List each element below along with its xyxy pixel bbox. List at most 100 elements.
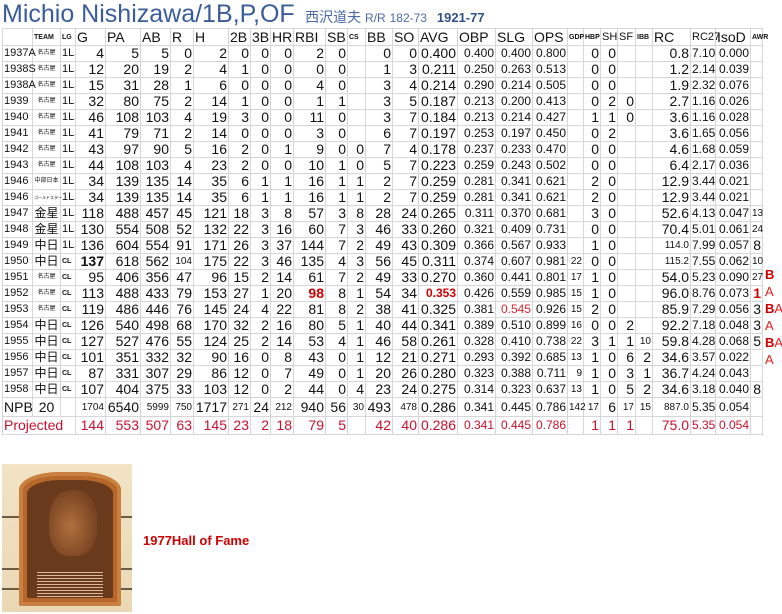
cell-so: 3	[392, 61, 419, 78]
cell-slg: 0.214	[495, 77, 533, 94]
cell-sb: 0	[325, 125, 348, 142]
cell-3b: 0	[250, 45, 271, 62]
cell-avg: 0.261	[418, 333, 458, 350]
cell-lg: 1L	[60, 141, 76, 158]
cell-rbi: 144	[293, 237, 326, 254]
hall-of-fame-plaque-image	[2, 464, 132, 612]
cell-rc: 52.6	[652, 205, 691, 222]
cell-rc: 114.0	[652, 237, 691, 254]
column-header-rc: RC	[652, 28, 691, 46]
cell-season: 1941	[2, 125, 33, 142]
cell-ibb	[635, 221, 653, 238]
season-row: 1948 金星 1L 130 554 508 52 132 22 3 16 60 7 3 46 33 0.260…	[2, 221, 763, 238]
bats-throws: R/R	[365, 11, 386, 25]
cell-gdp	[567, 109, 584, 126]
total-h: 1717	[193, 397, 229, 417]
total-r: 750	[170, 397, 194, 417]
cell-r: 1	[170, 77, 194, 94]
cell-hr: 0	[270, 125, 294, 142]
cell-slg: 0.441	[495, 269, 533, 286]
cell-ops: 0.731	[532, 221, 568, 238]
total-avg: 0.286	[418, 397, 458, 417]
total-hr: 212	[270, 397, 294, 417]
cell-ops: 0.711	[532, 365, 568, 382]
cell-ibb	[635, 237, 653, 254]
cell-slg: 0.400	[495, 45, 533, 62]
cell-hr: 7	[270, 365, 294, 382]
cell-hr: 1	[270, 189, 294, 206]
cell-ab: 457	[140, 205, 171, 222]
cell-lg: 1L	[60, 45, 76, 62]
cell-isod: 0.090	[715, 269, 751, 286]
cell-sf	[617, 61, 636, 78]
cell-cs	[347, 93, 366, 110]
total-slg: 0.445	[495, 397, 533, 417]
cell-avg: 0.275	[418, 381, 458, 398]
cell-h: 2	[193, 45, 229, 62]
cell-ibb	[635, 189, 653, 206]
season-row: 1943 名古屋 1L 44 108 103 4 23 2 0 0 10 1 0 5 7 0.223 0.259 0…	[2, 157, 763, 174]
cell-hr: 1	[270, 141, 294, 158]
cell-rc27: 4.13	[690, 205, 716, 222]
cell-rc27: 3.57	[690, 349, 716, 366]
cell-2b: 12	[228, 381, 251, 398]
cell-slg: 0.410	[495, 333, 533, 350]
total-2b: 271	[228, 397, 251, 417]
projected-label: Projected	[2, 416, 76, 435]
projected-2b: 23	[228, 416, 251, 435]
cell-r: 45	[170, 205, 194, 222]
cell-ops: 0.800	[532, 45, 568, 62]
cell-g: 113	[75, 285, 106, 302]
cell-gdp	[567, 237, 584, 254]
cell-gdp	[567, 61, 584, 78]
cell-hbp: 0	[583, 157, 601, 174]
cell-awr: 10	[750, 253, 763, 270]
cell-sb: 0	[325, 141, 348, 158]
projected-hbp: 1	[583, 416, 601, 435]
cell-rc27: 1.68	[690, 141, 716, 158]
cell-isod: 0.036	[715, 157, 751, 174]
projected-sf: 1	[617, 416, 636, 435]
cell-rc27: 7.29	[690, 301, 716, 318]
cell-h: 121	[193, 205, 229, 222]
projected-ops: 0.786	[532, 416, 568, 435]
cell-sb: 0	[325, 349, 348, 366]
cell-so: 58	[392, 333, 419, 350]
cell-isod: 0.056	[715, 301, 751, 318]
cell-sf	[617, 269, 636, 286]
cell-sb: 8	[325, 301, 348, 318]
cell-obp: 0.259	[457, 157, 496, 174]
hall-of-fame-label: 1977Hall of Fame	[143, 533, 250, 548]
cell-r: 2	[170, 61, 194, 78]
cell-ab: 375	[140, 381, 171, 398]
cell-ops: 0.450	[532, 125, 568, 142]
cell-ab: 103	[140, 157, 171, 174]
total-ab: 5999	[140, 397, 171, 417]
cell-rc27: 1.16	[690, 93, 716, 110]
season-row: 1947 金星 1L 118 488 457 45 121 18 3 8 57 3 8 28 24 0.265 0…	[2, 205, 763, 222]
cell-2b: 1	[228, 61, 251, 78]
cell-sf	[617, 141, 636, 158]
cell-so: 7	[392, 125, 419, 142]
cell-rc: 85.9	[652, 301, 691, 318]
cell-r: 4	[170, 109, 194, 126]
cell-isod: 0.028	[715, 109, 751, 126]
cell-so: 4	[392, 77, 419, 94]
cell-r: 79	[170, 285, 194, 302]
cell-team: 名古屋	[32, 93, 61, 110]
season-row: 1940 名古屋 1L 46 108 103 4 19 3 0 0 11 0 3 7 0.184 0.213 0.…	[2, 109, 763, 126]
cell-lg: CL	[60, 253, 76, 270]
cell-ab: 71	[140, 125, 171, 142]
cell-sf	[617, 237, 636, 254]
cell-hbp: 0	[583, 93, 601, 110]
totals-lg	[60, 397, 76, 417]
cell-r: 68	[170, 317, 194, 334]
japanese-name: 西沢道夫	[305, 9, 362, 25]
cell-rbi: 98	[293, 285, 326, 302]
cell-h: 103	[193, 381, 229, 398]
cell-h: 35	[193, 189, 229, 206]
cell-sf	[617, 285, 636, 302]
cell-cs: 1	[347, 317, 366, 334]
cell-hr: 1	[270, 173, 294, 190]
cell-isod: 0.062	[715, 253, 751, 270]
